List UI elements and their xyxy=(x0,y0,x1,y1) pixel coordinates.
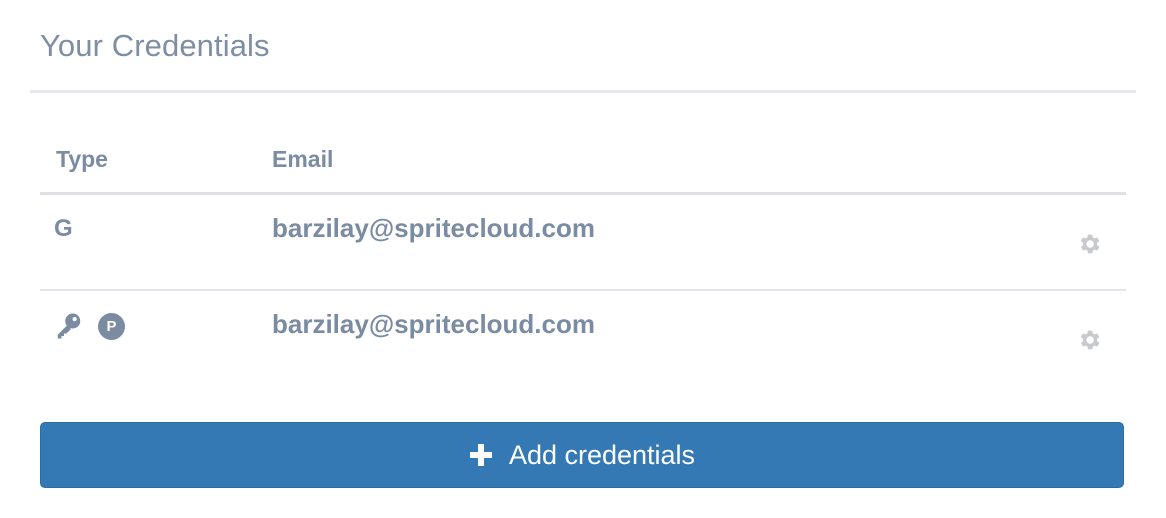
credential-type: P xyxy=(54,311,125,341)
table-row: G barzilay@spritecloud.com xyxy=(40,195,1126,291)
table-row: P barzilay@spritecloud.com xyxy=(40,291,1126,385)
credential-type: G xyxy=(54,215,73,243)
add-credentials-label: Add credentials xyxy=(508,439,696,470)
credentials-table: Type Email G barzilay@spritecloud.com P … xyxy=(40,140,1126,385)
gear-icon[interactable] xyxy=(1076,231,1102,257)
credential-email: barzilay@spritecloud.com xyxy=(272,213,595,243)
credential-email: barzilay@spritecloud.com xyxy=(272,309,595,339)
column-header-type: Type xyxy=(56,146,108,172)
page-title: Your Credentials xyxy=(40,28,270,63)
add-credentials-button[interactable]: Add credentials xyxy=(40,422,1124,488)
table-header: Type Email xyxy=(40,140,1126,195)
gear-icon[interactable] xyxy=(1076,327,1102,353)
p-badge-icon: P xyxy=(98,312,125,340)
column-header-email: Email xyxy=(272,146,334,172)
plus-icon xyxy=(469,444,492,466)
google-icon: G xyxy=(54,215,73,242)
key-icon xyxy=(57,313,81,339)
title-divider xyxy=(30,90,1136,93)
